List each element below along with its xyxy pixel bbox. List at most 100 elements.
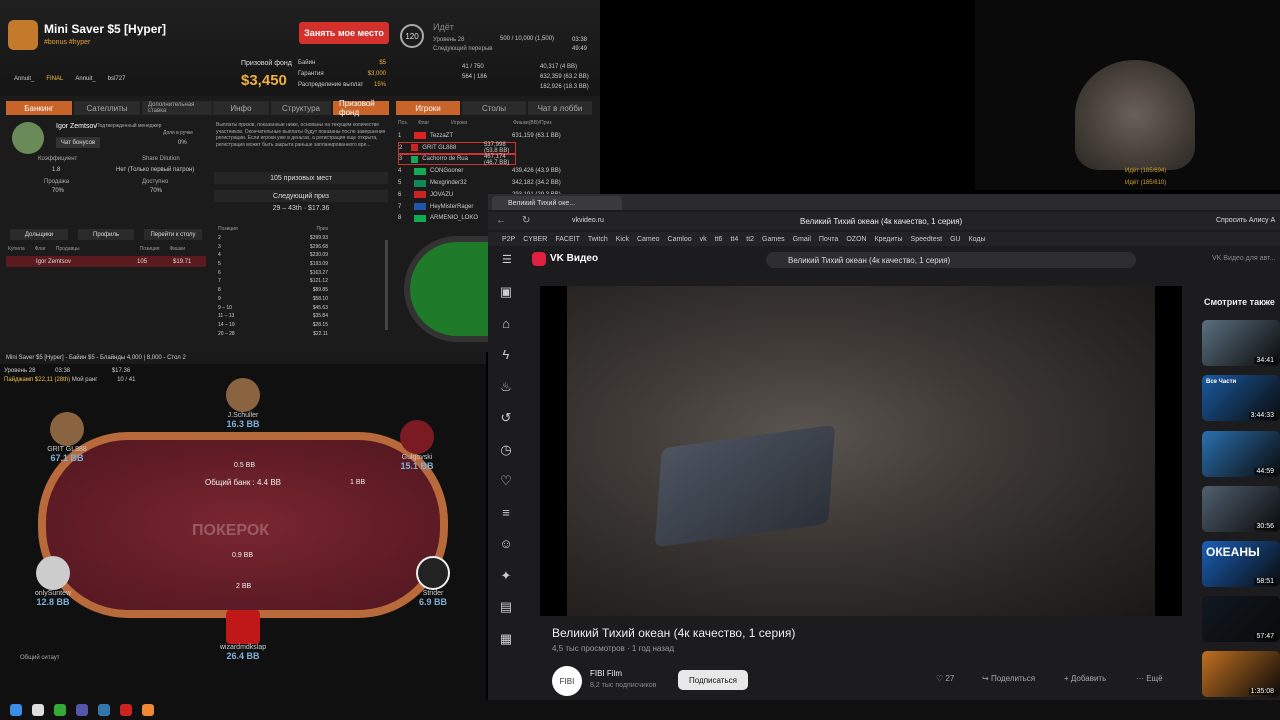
alice-button[interactable]: Спросить Алису А <box>1216 217 1275 224</box>
bookmark[interactable]: OZON <box>846 236 866 243</box>
add-button[interactable]: + Добавить <box>1064 674 1106 683</box>
browser-tab[interactable]: Великий Тихий оке... <box>492 196 622 210</box>
related-video-thumb[interactable]: 57:47 <box>1202 596 1280 642</box>
tab-satellites[interactable]: Сателлиты <box>74 101 140 115</box>
bookmark[interactable]: Camloo <box>668 236 692 243</box>
seat-hero[interactable]: wizardmdkslap 26.4 BB <box>208 610 278 661</box>
tab-players[interactable]: Игроки <box>396 101 460 115</box>
menu-icon[interactable]: ☰ <box>502 253 512 266</box>
badge-1: Annuit_ <box>14 76 35 82</box>
seat-top[interactable]: J.Schuller 16.3 BB <box>208 378 278 429</box>
bookmark[interactable]: P2P <box>502 236 515 243</box>
tab-addon[interactable]: Дополнительная ставка <box>142 101 212 115</box>
start-icon[interactable] <box>10 704 22 716</box>
bookmark[interactable]: Gmail <box>793 236 811 243</box>
reload-icon[interactable]: ↻ <box>522 215 530 226</box>
bookmark[interactable]: tt2 <box>746 236 754 243</box>
tab-lobby-chat[interactable]: Чат в лобби <box>528 101 592 115</box>
player-row[interactable]: 5 Mexgrinder32 342,182 (34.2 BB) <box>398 177 594 189</box>
video-duration: 34:41 <box>1254 357 1276 364</box>
related-video-thumb[interactable]: 34:41 <box>1202 320 1280 366</box>
like-button[interactable]: ♡ 27 <box>936 674 954 683</box>
seat-right-top[interactable]: Gulgovski 15.1 BB <box>382 420 452 471</box>
channel-name[interactable]: FIBI Film <box>590 669 622 678</box>
search-input[interactable]: Великий Тихий океан (4к качество, 1 сери… <box>766 252 1136 268</box>
history-icon[interactable]: ↺ <box>488 410 524 442</box>
vk-right-link[interactable]: VK Видео для авт... <box>1212 255 1275 262</box>
prize-pos: 11 – 13 <box>218 313 235 320</box>
badge-row: Annuit_ FINAL Annuit_ bsl727 <box>14 76 125 82</box>
bookmark[interactable]: GU <box>950 236 961 243</box>
live-icon[interactable]: ▣ <box>488 284 524 316</box>
related-video-thumb[interactable]: 44:59 <box>1202 431 1280 477</box>
vk-video-logo-icon[interactable] <box>532 252 546 266</box>
bookmark[interactable]: Speedtest <box>911 236 943 243</box>
subscriptions-icon[interactable]: ☺ <box>488 536 524 568</box>
bookmark[interactable]: Twitch <box>588 236 608 243</box>
playlists-icon[interactable]: ≡ <box>488 505 524 537</box>
bookmark[interactable]: Коды <box>969 236 986 243</box>
share-button[interactable]: ↪ Поделиться <box>982 674 1035 683</box>
related-video-thumb[interactable]: 30:56 <box>1202 486 1280 532</box>
url[interactable]: vkvideo.ru <box>572 217 604 224</box>
more-button[interactable]: ··· Ещё <box>1136 674 1163 683</box>
player-row[interactable]: 4 CONGooner 439,426 (43.9 BB) <box>398 165 594 177</box>
player-row[interactable]: 1 TezzaZT 631,159 (63.1 BB) <box>398 130 594 142</box>
tab-structure[interactable]: Структура <box>271 101 331 115</box>
bookmark[interactable]: Kick <box>616 236 629 243</box>
player-row[interactable]: 3 Cachorro de Rua 467,174 (46.7 BB) <box>398 154 516 166</box>
bookmark[interactable]: Почта <box>819 236 838 243</box>
clips-icon[interactable]: ▦ <box>488 631 524 663</box>
app-icon[interactable] <box>76 704 88 716</box>
edge-icon[interactable] <box>98 704 110 716</box>
coef-label: Коэффициент <box>38 156 78 162</box>
vk-sidebar: ▣ ⌂ ϟ ♨ ↺ ◷ ♡ ≡ ☺ ✦ ▤ ▦ <box>488 284 524 662</box>
bookmark[interactable]: Games <box>762 236 785 243</box>
tab-tables[interactable]: Столы <box>462 101 526 115</box>
bookmark[interactable]: Cameo <box>637 236 660 243</box>
share-label: Поделиться <box>990 674 1036 683</box>
tab-prizepool[interactable]: Призовой фонд <box>333 99 389 117</box>
watch-later-icon[interactable]: ◷ <box>488 442 524 474</box>
register-button[interactable]: Занять мое место <box>299 22 389 44</box>
related-video-thumb[interactable]: 3:44:33 Все Части <box>1202 375 1280 421</box>
channel-avatar[interactable]: FIBI <box>552 666 582 696</box>
shares-button[interactable]: Дольщики <box>10 229 68 240</box>
yandex-icon[interactable] <box>120 704 132 716</box>
poker-app-icon[interactable] <box>142 704 154 716</box>
catalog-icon[interactable]: ▤ <box>488 599 524 631</box>
tab-banking[interactable]: Банкинг <box>6 101 72 115</box>
related-video-thumb[interactable]: 1:35:08 <box>1202 651 1280 697</box>
related-video-thumb[interactable]: 58:51 ОКЕАНЫ <box>1202 541 1280 587</box>
vk-logo-text[interactable]: VK Видео <box>550 253 598 264</box>
app-icon[interactable] <box>54 704 66 716</box>
bookmark[interactable]: FACEIT <box>555 236 580 243</box>
trending-icon[interactable]: ϟ <box>488 347 524 379</box>
goto-table-button[interactable]: Перейти к столу <box>144 229 202 240</box>
bookmark[interactable]: tt4 <box>730 236 738 243</box>
sitout-label[interactable]: Общий ситаут <box>20 655 59 661</box>
tab-info[interactable]: Инфо <box>213 101 269 115</box>
scrollbar[interactable] <box>385 240 388 330</box>
bookmark[interactable]: tt6 <box>715 236 723 243</box>
buyer-row[interactable]: Igor Zemtsov 105 $19.71 <box>6 256 206 267</box>
bookmark[interactable]: vk <box>700 236 707 243</box>
subscribe-button[interactable]: Подписаться <box>678 670 748 690</box>
home-icon[interactable]: ⌂ <box>488 316 524 348</box>
bookmark[interactable]: CYBER <box>523 236 547 243</box>
seat-left-bottom[interactable]: onlySuntew 12.8 BB <box>18 556 88 607</box>
seat-right-bottom[interactable]: Strider 6.9 BB <box>398 556 468 607</box>
likes-icon[interactable]: ♡ <box>488 473 524 505</box>
video-player[interactable] <box>540 286 1182 616</box>
address-bar[interactable]: ← ↻ vkvideo.ru Великий Тихий океан (4к к… <box>488 212 1280 230</box>
tam-icon[interactable]: ✦ <box>488 568 524 600</box>
chat-button[interactable]: Чат бонусов <box>56 137 100 148</box>
seat-left-top[interactable]: GRIT GL888 67.1 BB <box>32 412 102 463</box>
player-row[interactable]: 2 GRIT GL888 537,998 (53.8 BB) <box>398 142 516 154</box>
profile-button[interactable]: Профиль <box>78 229 134 240</box>
hot-icon[interactable]: ♨ <box>488 379 524 411</box>
bookmark[interactable]: Кредиты <box>875 236 903 243</box>
prize-amount: $163.27 <box>309 269 328 276</box>
back-icon[interactable]: ← <box>496 215 506 226</box>
search-icon[interactable] <box>32 704 44 716</box>
